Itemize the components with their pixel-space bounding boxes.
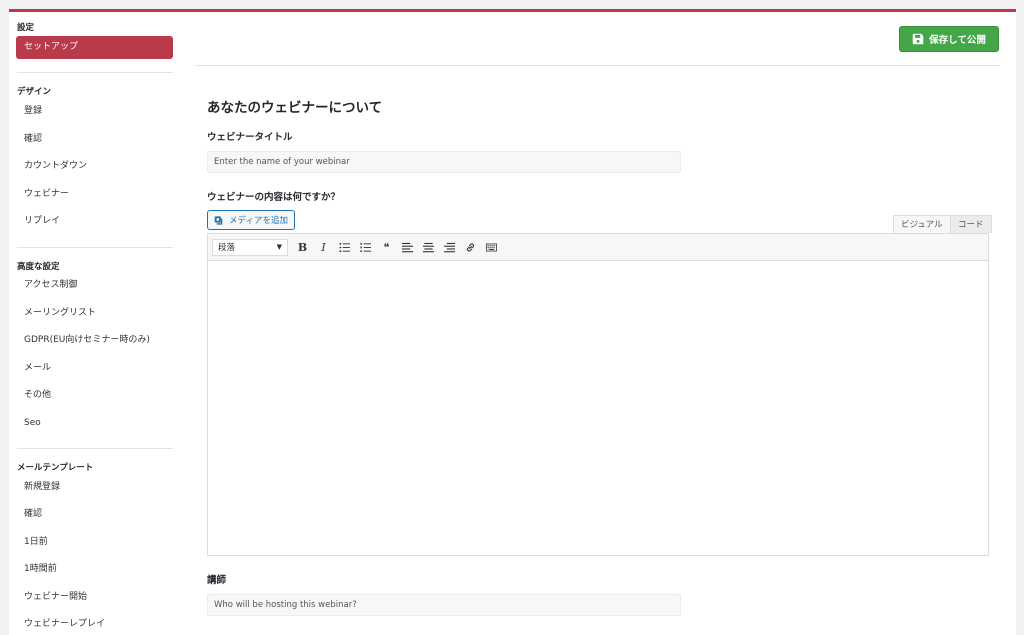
sidebar-item-other[interactable]: その他: [24, 388, 51, 402]
format-select-value: 段落: [218, 243, 236, 253]
sidebar-item-seo[interactable]: Seo: [24, 416, 41, 430]
sidebar-item-one-day-before[interactable]: 1日前: [24, 535, 48, 549]
sidebar-heading-advanced: 高度な設定: [17, 262, 60, 272]
link-icon: [466, 242, 475, 252]
sidebar-item-confirmation[interactable]: 確認: [24, 132, 42, 146]
sidebar-item-mail[interactable]: メール: [24, 361, 51, 375]
sidebar-item-setup[interactable]: セットアップ: [16, 36, 173, 59]
sidebar: 設定 セットアップ デザイン 登録 確認 カウントダウン ウェビナー リプレイ …: [9, 12, 189, 635]
app-frame: 設定 セットアップ デザイン 登録 確認 カウントダウン ウェビナー リプレイ …: [9, 9, 1016, 635]
bulleted-list-button[interactable]: [334, 237, 355, 258]
add-media-label: メディアを追加: [229, 216, 288, 226]
editor-content-area[interactable]: [207, 261, 989, 556]
align-left-button[interactable]: [397, 237, 418, 258]
editor-toolbar: 段落 ▼ B I ❝: [207, 233, 989, 261]
format-select[interactable]: 段落 ▼: [212, 238, 288, 256]
bold-button[interactable]: B: [292, 237, 313, 258]
tab-visual[interactable]: ビジュアル: [893, 215, 951, 233]
italic-button[interactable]: I: [313, 237, 334, 258]
chevron-down-icon: ▼: [276, 243, 282, 251]
webinar-title-label: ウェビナータイトル: [207, 132, 293, 143]
numbered-list-button[interactable]: [355, 237, 376, 258]
sidebar-heading-design: デザイン: [17, 87, 52, 97]
page-title: あなたのウェビナーについて: [207, 100, 383, 116]
floppy-disk-icon: [912, 33, 924, 45]
sidebar-divider: [17, 247, 173, 248]
tab-code[interactable]: コード: [950, 215, 992, 233]
align-right-button[interactable]: [439, 237, 460, 258]
sidebar-item-gdpr[interactable]: GDPR(EU向けセミナー時のみ): [24, 333, 150, 347]
sidebar-heading-mail-templates: メールテンプレート: [17, 463, 94, 473]
insert-link-button[interactable]: [460, 237, 481, 258]
webinar-content-label: ウェビナーの内容は何ですか？: [207, 192, 341, 203]
presenter-label: 講師: [207, 575, 227, 586]
sidebar-item-mailing-list[interactable]: メーリングリスト: [24, 306, 96, 320]
align-center-icon: [423, 242, 434, 252]
align-right-icon: [444, 242, 455, 252]
numbered-list-icon: [360, 242, 371, 252]
sidebar-divider: [17, 72, 173, 73]
presenter-input[interactable]: [207, 594, 681, 616]
sidebar-item-registration[interactable]: 登録: [24, 104, 42, 118]
sidebar-item-replay[interactable]: リプレイ: [24, 214, 60, 228]
toolbar-toggle-button[interactable]: [481, 237, 502, 258]
header-divider: [195, 65, 1000, 66]
media-icon: [214, 215, 223, 225]
blockquote-button[interactable]: ❝: [376, 237, 397, 258]
sidebar-item-webinar[interactable]: ウェビナー: [24, 187, 69, 201]
bulleted-list-icon: [339, 242, 350, 252]
add-media-button[interactable]: メディアを追加: [207, 210, 295, 230]
sidebar-item-countdown[interactable]: カウントダウン: [24, 159, 87, 173]
save-and-publish-label: 保存して公開: [929, 35, 986, 46]
sidebar-divider: [17, 448, 173, 449]
sidebar-heading-settings: 設定: [17, 23, 35, 33]
sidebar-item-access-control[interactable]: アクセス制御: [24, 278, 78, 292]
sidebar-item-webinar-start[interactable]: ウェビナー開始: [24, 590, 87, 604]
sidebar-item-new-registration[interactable]: 新規登録: [24, 480, 60, 494]
save-and-publish-button[interactable]: 保存して公開: [899, 26, 999, 52]
align-center-button[interactable]: [418, 237, 439, 258]
align-left-icon: [402, 242, 413, 252]
sidebar-item-one-hour-before[interactable]: 1時間前: [24, 562, 57, 576]
keyboard-icon: [486, 243, 497, 251]
webinar-title-input[interactable]: [207, 151, 681, 173]
sidebar-item-mail-confirmation[interactable]: 確認: [24, 507, 42, 521]
sidebar-item-webinar-replay[interactable]: ウェビナーレプレイ: [24, 617, 105, 631]
